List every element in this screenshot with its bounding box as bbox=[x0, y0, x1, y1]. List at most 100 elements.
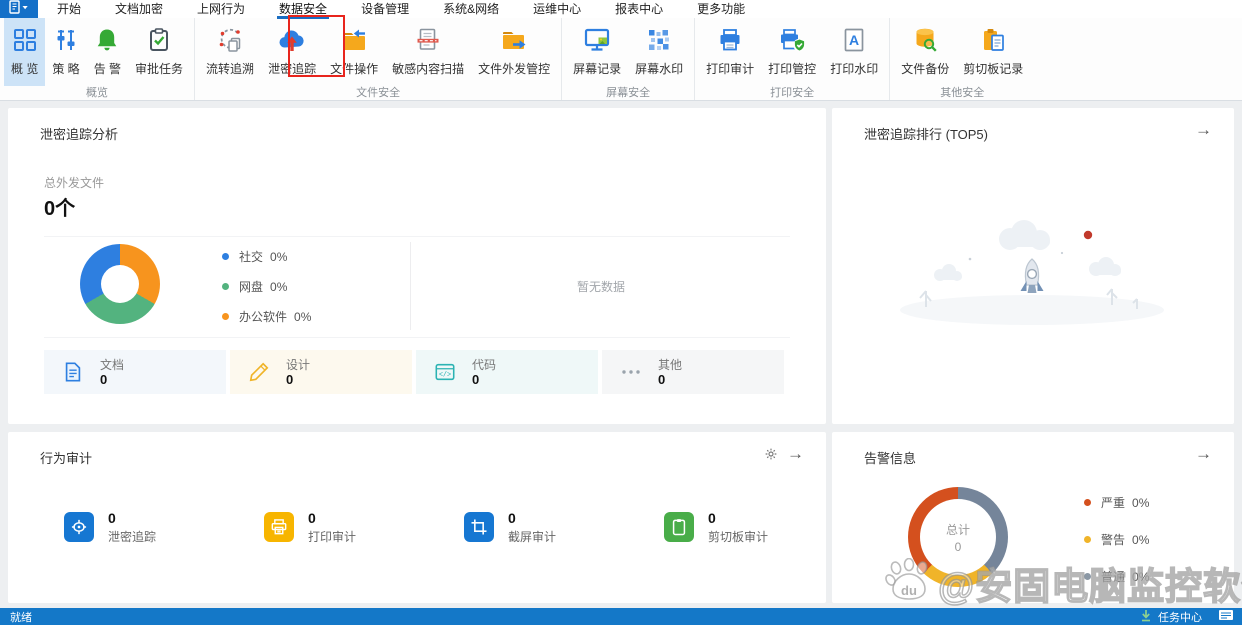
arrow-right-icon[interactable]: → bbox=[1195, 444, 1212, 464]
more-dots-icon bbox=[618, 367, 644, 377]
stat-screenshot-audit[interactable]: 0 截屏审计 bbox=[464, 508, 664, 546]
ribbon-button-leak-trace[interactable]: 泄密追踪 bbox=[261, 18, 323, 86]
stat-value: 0 bbox=[508, 510, 516, 526]
stat-leak-trace[interactable]: 0 泄密追踪 bbox=[64, 508, 264, 546]
screen-record-icon bbox=[583, 23, 611, 57]
design-pencil-icon bbox=[246, 360, 272, 384]
ribbon-button-file-outgoing-control[interactable]: 文件外发管控 bbox=[471, 18, 557, 86]
card-other[interactable]: 其他 0 bbox=[602, 350, 784, 394]
legend-value: 0% bbox=[270, 279, 288, 294]
ribbon-button-approval-tasks[interactable]: 审批任务 bbox=[128, 18, 190, 86]
divider bbox=[44, 337, 790, 338]
document-icon bbox=[60, 360, 86, 384]
ribbon-button-print-watermark[interactable]: A 打印水印 bbox=[823, 18, 885, 86]
ribbon-group-label: 其他安全 bbox=[940, 87, 985, 99]
legend-item-warning: 警告 0% bbox=[1084, 531, 1149, 548]
ribbon-button-label: 审批任务 bbox=[135, 62, 184, 76]
ribbon-button-sensitive-scan[interactable]: 敏感内容扫描 bbox=[385, 18, 471, 86]
tab-data-security[interactable]: 数据安全 bbox=[277, 1, 330, 19]
legend-value: 0% bbox=[1132, 495, 1150, 510]
ribbon-toolbar: 概 览 策 略 告 警 审批任务 概览 流转追溯 泄密追踪 文件操作 敏感内容扫… bbox=[0, 18, 1242, 101]
folder-out-icon bbox=[500, 23, 528, 57]
legend-item-netdisk: 网盘 0% bbox=[222, 278, 311, 295]
ribbon-button-print-control[interactable]: 打印管控 bbox=[761, 18, 823, 86]
app-menu-icon bbox=[8, 0, 30, 19]
ribbon-button-overview[interactable]: 概 览 bbox=[4, 18, 46, 86]
ribbon-button-label: 文件操作 bbox=[330, 62, 379, 76]
statusbar: 就绪 任务中心 bbox=[0, 608, 1242, 625]
alarm-total-value: 0 bbox=[954, 539, 962, 554]
tab-system-network[interactable]: 系统&网络 bbox=[441, 1, 501, 18]
legend-item-critical: 严重 0% bbox=[1084, 494, 1149, 511]
ribbon-button-file-backup[interactable]: 文件备份 bbox=[894, 18, 956, 86]
clipboard-icon bbox=[664, 512, 694, 542]
ribbon-button-print-audit[interactable]: 打印审计 bbox=[699, 18, 761, 86]
alarm-info-panel: 告警信息 → 总计 0 严重 0% 警告 0% 普通 0% bbox=[832, 432, 1234, 603]
app-menu-button[interactable] bbox=[0, 0, 38, 18]
legend-dot bbox=[222, 283, 229, 290]
ribbon-group-label: 概览 bbox=[86, 87, 109, 99]
ribbon-button-label: 打印管控 bbox=[768, 62, 817, 76]
card-code[interactable]: </> 代码 0 bbox=[416, 350, 598, 394]
folder-return-icon bbox=[340, 23, 368, 57]
approval-clipboard-icon bbox=[146, 23, 172, 57]
ribbon-group-screen-security: 屏幕记录 屏幕水印 屏幕安全 bbox=[561, 18, 694, 100]
card-value: 0 bbox=[100, 371, 108, 387]
stat-value: 0 bbox=[308, 510, 316, 526]
panel-title: 行为审计 bbox=[40, 451, 93, 466]
legend-dot bbox=[1084, 499, 1091, 506]
ribbon-button-screen-record[interactable]: 屏幕记录 bbox=[566, 18, 628, 86]
card-design[interactable]: 设计 0 bbox=[230, 350, 412, 394]
ribbon-group-other-security: 文件备份 剪切板记录 其他安全 bbox=[889, 18, 1034, 100]
legend-dot bbox=[222, 313, 229, 320]
legend-dot bbox=[1084, 573, 1091, 580]
legend-dot bbox=[222, 253, 229, 260]
audit-stats: 0 泄密追踪 0 打印审计 0 截屏审计 0 剪切板审计 bbox=[64, 508, 826, 546]
leak-ranking-panel: 泄密追踪排行 (TOP5) → bbox=[832, 108, 1234, 424]
divider bbox=[44, 236, 790, 237]
card-label: 代码 bbox=[472, 357, 497, 372]
arrow-right-icon[interactable]: → bbox=[787, 444, 804, 464]
stat-value: 0 bbox=[708, 510, 716, 526]
legend-label: 社交 bbox=[239, 250, 264, 264]
ribbon-button-file-operation[interactable]: 文件操作 bbox=[323, 18, 385, 86]
ribbon-group-overview: 概 览 策 略 告 警 审批任务 概览 bbox=[0, 18, 194, 100]
file-backup-icon bbox=[912, 23, 938, 57]
tab-device-manage[interactable]: 设备管理 bbox=[359, 1, 411, 18]
ribbon-button-clipboard-record[interactable]: 剪切板记录 bbox=[956, 18, 1030, 86]
ribbon-button-label: 告 警 bbox=[93, 62, 122, 76]
target-icon bbox=[64, 512, 94, 542]
card-document[interactable]: 文档 0 bbox=[44, 350, 226, 394]
arrow-right-icon[interactable]: → bbox=[1195, 120, 1212, 140]
ribbon-button-label: 概 览 bbox=[11, 62, 39, 76]
ribbon-button-policy[interactable]: 策 略 bbox=[45, 18, 86, 86]
crop-icon bbox=[464, 512, 494, 542]
task-center-button[interactable]: 任务中心 bbox=[1158, 609, 1202, 625]
tab-report-center[interactable]: 报表中心 bbox=[613, 1, 665, 18]
leak-analysis-panel: 泄密追踪分析 总外发文件 0个 社交 0% 网盘 0% 办公软件 0% 暂无数据 bbox=[8, 108, 826, 424]
ribbon-button-flow-trace[interactable]: 流转追溯 bbox=[199, 18, 261, 86]
ribbon-group-label: 打印安全 bbox=[770, 87, 815, 99]
total-outgoing-value: 0个 bbox=[44, 198, 76, 220]
tab-doc-encrypt[interactable]: 文档加密 bbox=[113, 1, 165, 18]
tab-ops-center[interactable]: 运维中心 bbox=[531, 1, 583, 18]
card-value: 0 bbox=[286, 371, 294, 387]
legend-label: 网盘 bbox=[239, 280, 264, 294]
no-data-text: 暂无数据 bbox=[576, 280, 625, 294]
alarm-legend: 严重 0% 警告 0% 普通 0% bbox=[1084, 494, 1149, 585]
total-outgoing-label: 总外发文件 bbox=[44, 176, 105, 190]
ribbon-button-label: 屏幕水印 bbox=[635, 62, 684, 76]
tab-start[interactable]: 开始 bbox=[55, 1, 83, 18]
tab-more-features[interactable]: 更多功能 bbox=[695, 1, 747, 18]
donut-legend: 社交 0% 网盘 0% 办公软件 0% bbox=[222, 248, 311, 325]
stat-value: 0 bbox=[108, 510, 116, 526]
stat-print-audit[interactable]: 0 打印审计 bbox=[264, 508, 464, 546]
taskbar-panel-icon[interactable] bbox=[1218, 609, 1234, 624]
tab-web-behavior[interactable]: 上网行为 bbox=[195, 1, 247, 18]
screen-watermark-icon bbox=[646, 23, 672, 57]
stat-clipboard-audit[interactable]: 0 剪切板审计 bbox=[664, 508, 826, 546]
alarm-donut-center: 总计 0 bbox=[908, 487, 1008, 587]
gear-icon[interactable] bbox=[764, 447, 778, 466]
ribbon-button-screen-watermark[interactable]: 屏幕水印 bbox=[628, 18, 690, 86]
ribbon-button-alert[interactable]: 告 警 bbox=[87, 18, 128, 86]
